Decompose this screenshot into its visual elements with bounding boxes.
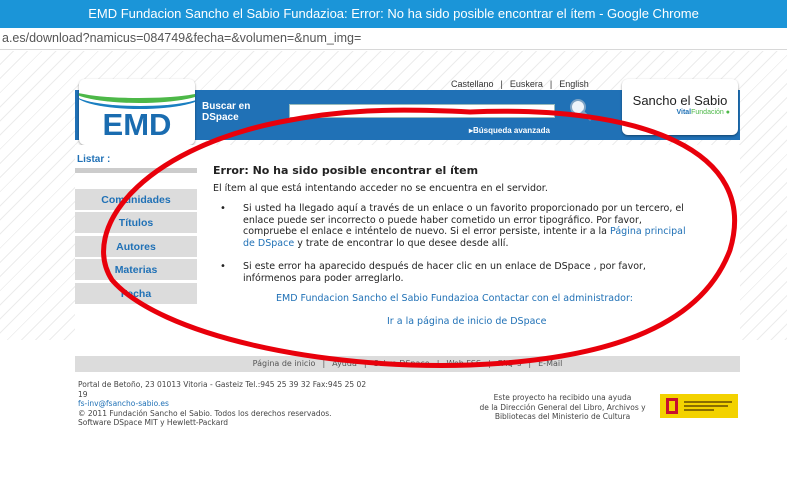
sidebar-item-titulos[interactable]: Títulos [75,212,197,234]
address-line-1: Portal de Betoño, 23 01013 Vitoria - Gas… [78,380,367,389]
ministry-logo[interactable] [660,394,738,418]
funding-notice: Este proyecto ha recibido una ayuda de l… [455,393,670,422]
bullet-item-2: Si este error ha aparecido después de ha… [243,261,737,284]
language-switcher: Castellano | Euskera | English [451,79,589,89]
search-label: Buscar en DSpace [202,101,251,123]
footer-link-email[interactable]: E-Mail [538,359,562,368]
dspace-home-link-a[interactable]: Página principal [610,226,686,237]
emd-logo[interactable]: EMD [79,79,195,145]
footer-link-faq[interactable]: FAQ´s [498,359,522,368]
search-icon [570,99,592,121]
vital-label: Vital [676,109,692,116]
bullet-1-line-2: enlace puede ser incorrecto o puede habe… [243,214,642,226]
bullet-item-1: Si usted ha llegado aquí a través de un … [243,203,737,249]
bullet-1-line-3: compruebe el enlace e inténtelo de nuevo… [243,226,737,238]
funding-line-3: Bibliotecas del Ministerio de Cultura [494,412,631,421]
funding-line-2: de la Dirección General del Libro, Archi… [479,402,646,412]
lang-castellano[interactable]: Castellano [451,79,494,89]
bullet-2-line-2: infórmenos para poder arreglarlo. [243,272,404,284]
footer-link-sobre-dspace[interactable]: Sobre DSpace [374,359,430,368]
footer-software: Software DSpace MIT y Hewlett-Packard [78,418,229,427]
logo-text: EMD [102,107,172,142]
sancho-title: Sancho el Sabio [632,93,728,108]
listar-heading: Listar : [77,154,111,165]
fundacion-label: Fundación [691,109,724,116]
footer-link-web-fss[interactable]: Web FSS [446,359,481,368]
bullet-marker: • [220,203,226,214]
bullet-1-line-1: Si usted ha llegado aquí a través de un … [243,203,684,214]
search-button[interactable] [566,96,596,122]
spain-coat-of-arms-icon [666,398,732,414]
search-input[interactable] [289,104,555,118]
footer-address: Portal de Betoño, 23 01013 Vitoria - Gas… [78,380,458,428]
sidebar-item-fecha[interactable]: Fecha [75,283,197,305]
sancho-logo[interactable]: Sancho el Sabio VitalFundación ● [622,79,738,135]
bullet-1-tail: y trate de encontrar lo que desee desde … [294,237,509,249]
address-line-2: 19 [78,389,88,399]
sidebar-item-autores[interactable]: Autores [75,236,197,258]
bullet-1-line-4: de DSpace y trate de encontrar lo que de… [243,238,737,250]
logo-swoosh-blue [79,79,195,109]
sidebar-divider [75,168,197,173]
error-description: El ítem al que está intentando acceder n… [213,183,548,194]
dspace-home-link-b[interactable]: de DSpace [243,238,294,249]
bullet-1-line-3-text: compruebe el enlace e inténtelo de nuevo… [243,226,607,237]
bullet-2-line-1: Si este error ha aparecido después de ha… [243,261,646,272]
footer-link-inicio[interactable]: Página de inicio [253,359,316,368]
home-page-link[interactable]: Ir a la página de inicio de DSpace [387,316,546,327]
contact-admin-link[interactable]: EMD Fundacion Sancho el Sabio Fundazioa … [276,293,633,304]
sidebar-item-comunidades[interactable]: Comunidades [75,189,197,211]
address-bar[interactable]: a.es/download?namicus=084749&fecha=&volu… [0,28,787,50]
footer-nav: Página de inicio | Ayuda | Sobre DSpace | Web … [75,356,740,372]
vital-fundacion-label: VitalFundación ● [676,109,730,116]
lang-euskera[interactable]: Euskera [510,79,543,89]
footer-copyright: © 2011 Fundación Sancho el Sabio. Todos … [78,408,332,418]
window-title: EMD Fundacion Sancho el Sabio Fundazioa:… [0,0,787,28]
sidebar-item-materias[interactable]: Materias [75,259,197,281]
funding-line-1: Este proyecto ha recibido una ayuda [493,393,632,402]
footer-email-link[interactable]: fs-inv@fsancho-sabio.es [78,399,458,409]
leaf-icon: ● [725,109,730,116]
footer-link-ayuda[interactable]: Ayuda [332,359,357,368]
lang-english[interactable]: English [559,79,589,89]
bullet-marker: • [220,261,226,272]
advanced-search-link[interactable]: ▸Búsqueda avanzada [469,126,550,135]
page-title: Error: No ha sido posible encontrar el í… [213,164,479,177]
